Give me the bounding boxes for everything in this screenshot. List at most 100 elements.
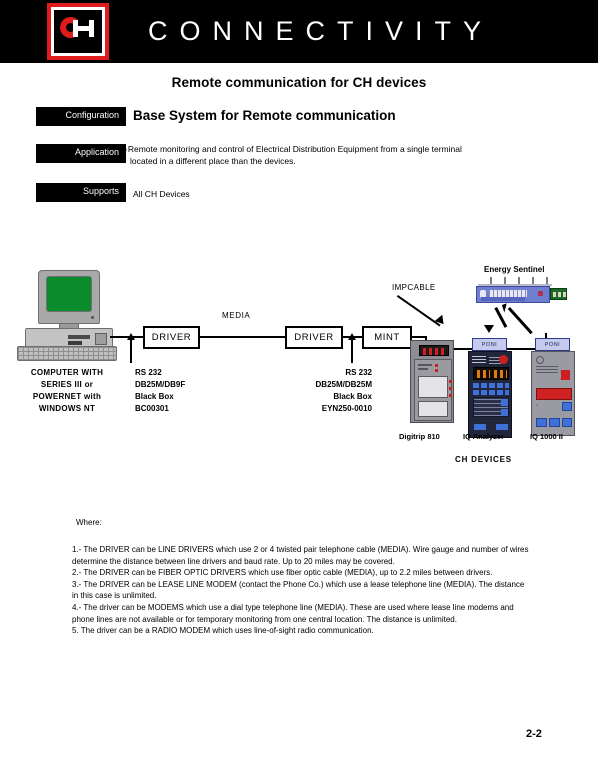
iq-side-button-icon (501, 409, 508, 416)
iq1000-button-icon (536, 418, 547, 427)
computer-illustration (17, 270, 117, 361)
iq1000-led-icon: ● (536, 403, 538, 407)
note-item: 5. The driver can be a RADIO MODEM which… (72, 626, 374, 636)
sentinel-indicator-icon (538, 291, 543, 296)
iq1000-button-icon (562, 418, 572, 427)
supports-value: All CH Devices (133, 189, 190, 199)
where-heading: Where: (76, 518, 102, 527)
monitor-screen (46, 276, 92, 312)
iq1000-brand-icon (536, 356, 544, 364)
impcable-label: IMPCABLE (392, 283, 436, 292)
ch-devices-group-label: CH DEVICES (455, 455, 512, 464)
application-line-1: Remote monitoring and control of Electri… (127, 144, 462, 154)
iq-segment-icon (477, 370, 490, 378)
computer-caption-line-3: POWERNET with (32, 392, 102, 401)
cable1-line-2: DB25M/DB9F (135, 380, 186, 389)
computer-caption-line-2: SERIES III or (40, 380, 94, 389)
digitrip-digits-icon (423, 348, 445, 355)
cable2-arrow-icon (348, 333, 356, 340)
iq-bottom-button-icon (474, 424, 486, 430)
bullet-icon: ▪ (124, 145, 127, 154)
floppy-drive-icon (95, 333, 107, 345)
impcable-arrow-icon (434, 314, 448, 328)
panel-diagram-area (418, 376, 448, 398)
iq-side-button-icon (501, 399, 508, 406)
driver2-box: DRIVER (285, 326, 343, 349)
sentinel-body (476, 286, 550, 303)
impcable-leader-line (396, 295, 441, 327)
wire-sentinel-right (507, 307, 533, 335)
header-banner: CONNECTIVITY (0, 0, 598, 63)
note-item: 4.- The driver can be MODEMS which use a… (72, 602, 514, 624)
sentinel-rail-icon (478, 277, 552, 286)
iq1000-indicator-icon: ○ (560, 377, 562, 381)
configuration-tag: Configuration (36, 107, 126, 126)
note-item: 1.- The DRIVER can be LINE DRIVERS which… (72, 545, 529, 566)
device-label-iq1000: IQ 1000 II (530, 432, 563, 441)
cable1-leader-line (130, 338, 132, 363)
device-label-iq-analyzer: IQ Analyzer (463, 432, 504, 441)
iq-button-row (473, 390, 509, 395)
wire-arrow-iq-analyzer (484, 325, 494, 333)
cable2-leader-line (351, 338, 353, 363)
page-number: 2-2 (526, 728, 542, 740)
terminal-pin-icon (558, 292, 561, 297)
configuration-value: Base System for Remote communication (133, 108, 396, 123)
computer-caption-line-1: COMPUTER WITH (30, 368, 104, 377)
chassis-slot-icon (68, 341, 82, 345)
cable2-line-1: RS 232 (345, 368, 372, 377)
keyboard-icon (17, 346, 117, 361)
cable2-line-2: DB25M/DB25M (315, 380, 372, 389)
iq1000-button-icon (549, 418, 560, 427)
ch-logo (47, 3, 109, 60)
iq1000-body: ○ ○ ● (531, 351, 575, 436)
iq-display (473, 367, 509, 380)
energy-sentinel-device (474, 277, 567, 313)
iq-brand-icon (472, 356, 486, 363)
logo-white-frame (51, 7, 105, 56)
supports-tag: Supports (36, 183, 126, 202)
banner-title: CONNECTIVITY (148, 16, 494, 46)
note-item: 3.- The DRIVER can be LEASE LINE MODEM (… (72, 579, 525, 601)
application-tag: Application (36, 144, 126, 163)
iq-reset-button-icon (499, 355, 508, 364)
device-label-digitrip: Digitrip 810 (399, 432, 440, 441)
notes-list: 1.- The DRIVER can be LINE DRIVERS which… (72, 544, 532, 637)
cable1-line-1: RS 232 (135, 368, 162, 377)
driver1-box: DRIVER (143, 326, 200, 349)
cable2-line-3: Black Box (333, 392, 372, 401)
panel-line (418, 364, 432, 366)
iq1000-button-icon (562, 402, 572, 411)
digitrip-panel (414, 359, 452, 421)
wire-media (199, 336, 286, 338)
system-diagram: DRIVER MEDIA DRIVER MINT IMPCABLE Energy… (0, 255, 598, 480)
iq1000-display-band (536, 388, 572, 400)
iq-analyzer-body (468, 351, 512, 438)
media-label: MEDIA (222, 311, 251, 320)
panel-line (418, 368, 428, 370)
cable1-line-4: BC00301 (135, 404, 169, 413)
iq-bottom-button-icon (496, 424, 508, 430)
panel-led-icon (435, 364, 438, 367)
sentinel-terminal-icon (550, 288, 567, 300)
poni-tag-iq-analyzer: PONI (472, 338, 507, 351)
application-line-2: located in a different place than the de… (130, 155, 296, 166)
terminal-pin-icon (553, 292, 556, 297)
computer-caption: COMPUTER WITH SERIES III or POWERNET wit… (3, 367, 131, 415)
computer-caption-line-4: WINDOWS NT (38, 404, 96, 413)
monitor-icon (38, 270, 100, 324)
panel-led-icon (449, 387, 452, 390)
note-item: 2.- The DRIVER can be FIBER OPTIC DRIVER… (72, 568, 493, 578)
cable1-line-3: Black Box (135, 392, 174, 401)
monitor-led-icon (91, 316, 94, 319)
computer-chassis (25, 328, 113, 348)
logo-h-right-icon (89, 20, 94, 37)
iq-button-row (473, 383, 509, 388)
iq1000-label-icon (536, 366, 558, 373)
panel-diagram-area (418, 401, 448, 417)
energy-sentinel-label: Energy Sentinel (484, 265, 545, 274)
poni-tag-iq1000: PONI (535, 338, 570, 351)
sentinel-subtext-bar (481, 297, 525, 301)
panel-led-icon (449, 380, 452, 383)
digitrip-display (419, 345, 449, 356)
